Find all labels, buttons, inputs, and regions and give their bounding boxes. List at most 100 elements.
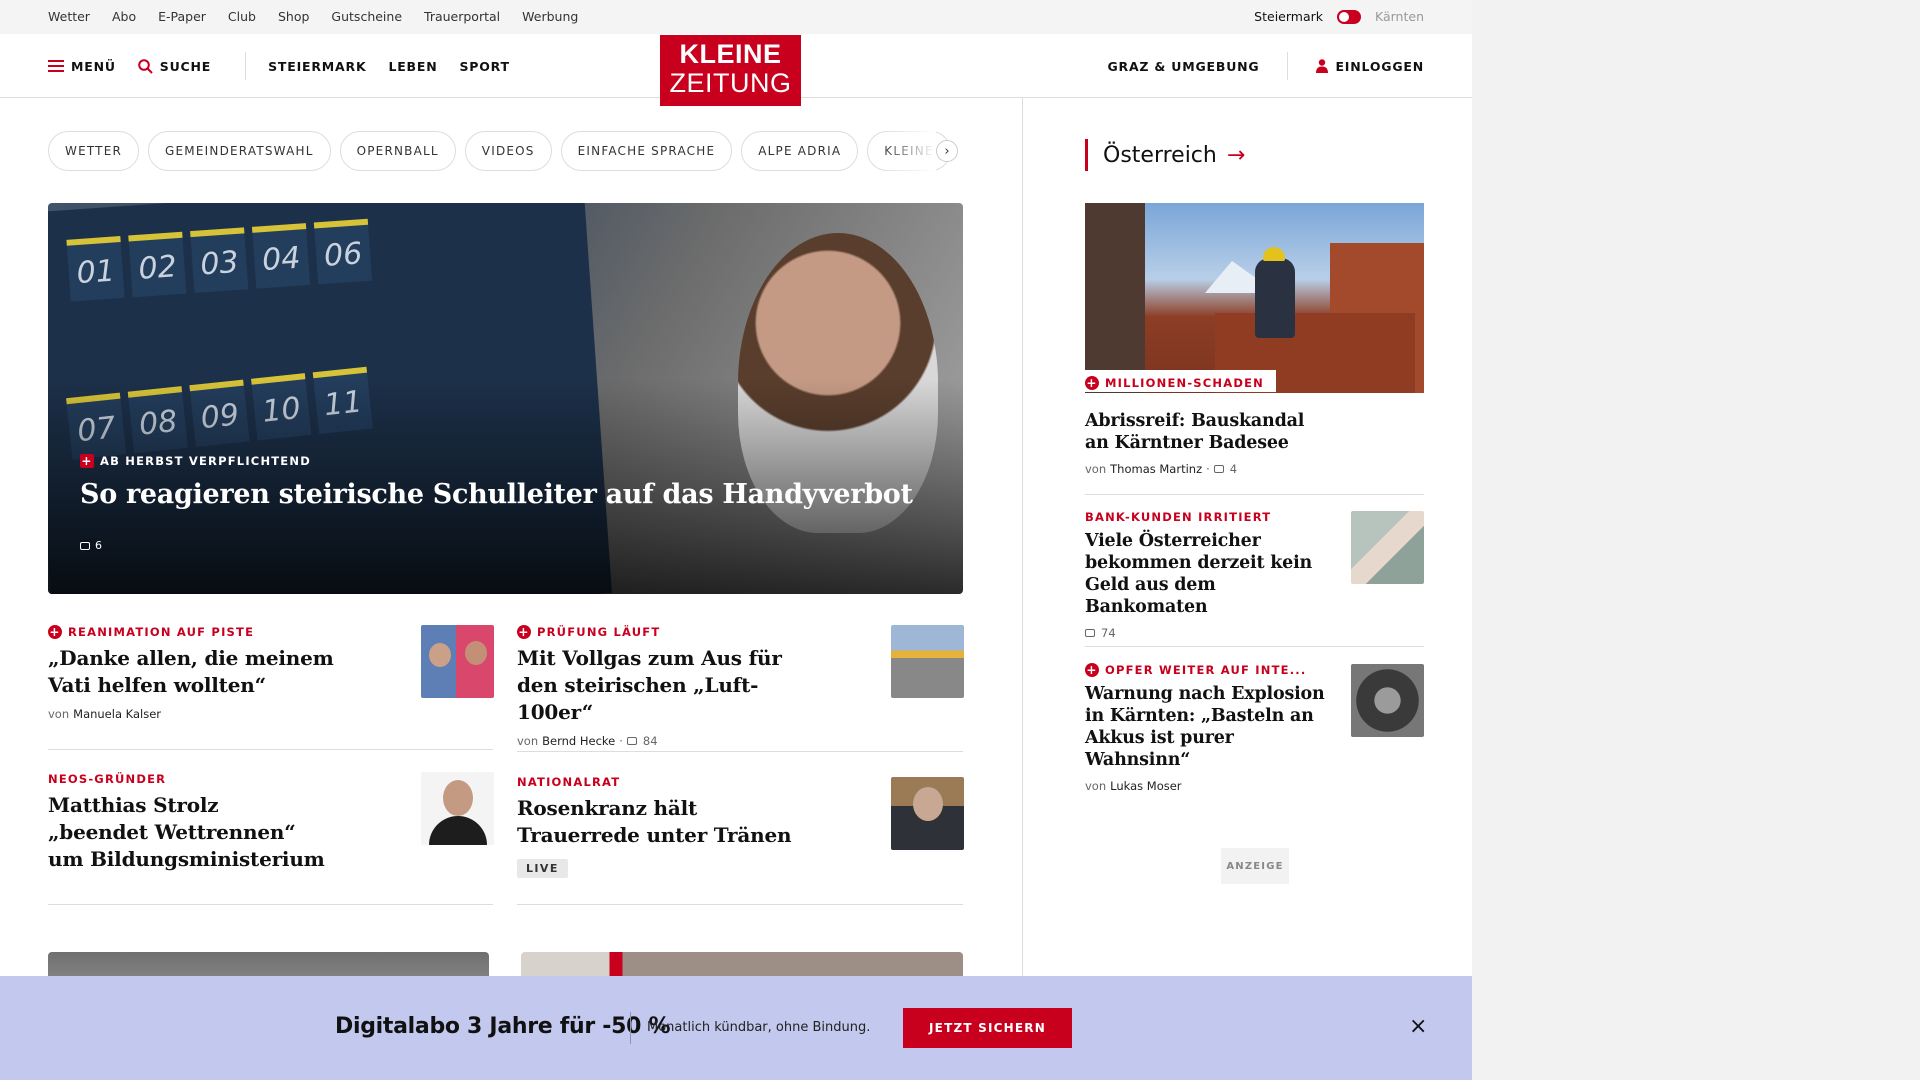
article-title-line: Viele Österreicher: [1085, 531, 1261, 551]
comment-count[interactable]: 74: [1101, 626, 1116, 640]
article-meta: 74: [1085, 626, 1325, 640]
article-kicker-text: NEOS-GRÜNDER: [48, 772, 167, 786]
sidebar-kicker-plate: + MILLIONEN-SCHADEN: [1085, 370, 1276, 392]
article-kicker-text: NATIONALRAT: [517, 775, 621, 789]
hero-article[interactable]: 01 02 03 04 06 07 08 09 10 11 + AB HERBS…: [48, 203, 963, 594]
article-title-line: Akkus ist purer Wahnsinn“: [1085, 728, 1234, 770]
utility-link-club[interactable]: Club: [228, 9, 256, 24]
chips-next-button[interactable]: ›: [936, 140, 958, 162]
article-teaser[interactable]: NEOS-GRÜNDER Matthias Strolz „beendet We…: [48, 772, 338, 873]
nav-sport[interactable]: SPORT: [459, 59, 509, 74]
author-name[interactable]: Thomas Martinz: [1110, 462, 1202, 476]
article-title-line: Matthias Strolz: [48, 793, 219, 817]
region-button[interactable]: GRAZ & UMGEBUNG: [1107, 59, 1259, 74]
article-title[interactable]: Abrissreif: Bauskandal an Kärntner Bades…: [1085, 410, 1424, 454]
chip-videos[interactable]: VIDEOS: [464, 131, 552, 171]
chip-gemeinderatswahl[interactable]: GEMEINDERATSWAHL: [148, 131, 331, 171]
comment-icon: [80, 541, 90, 550]
region-kaernten[interactable]: Kärnten: [1375, 9, 1424, 24]
promo-headline: Digitalabo 3 Jahre für -50 %: [335, 1014, 671, 1039]
comment-icon: [1213, 465, 1224, 473]
article-kicker: NATIONALRAT: [517, 775, 817, 789]
chip-wetter[interactable]: WETTER: [48, 131, 140, 171]
hero-title[interactable]: So reagieren steirische Schulleiter auf …: [80, 479, 913, 510]
utility-link-epaper[interactable]: E-Paper: [158, 9, 206, 24]
hero-comments[interactable]: 6: [80, 539, 102, 552]
article-thumbnail[interactable]: [1351, 664, 1424, 737]
nav-left: MENÜ SUCHE STEIERMARK LEBEN SPORT: [48, 34, 532, 98]
article-title[interactable]: „Danke allen, die meinem Vati helfen wol…: [48, 645, 338, 699]
article-title[interactable]: Viele Österreicher bekommen derzeit kein…: [1085, 530, 1325, 618]
sidebar-article[interactable]: BANK-KUNDEN IRRITIERT Viele Österreicher…: [1085, 510, 1325, 640]
chip-einfache-sprache[interactable]: EINFACHE SPRACHE: [560, 131, 733, 171]
article-kicker: + MILLIONEN-SCHADEN: [1085, 376, 1264, 390]
logo-line-2: ZEITUNG: [669, 68, 792, 98]
utility-link-gutscheine[interactable]: Gutscheine: [331, 9, 402, 24]
premium-plus-icon: +: [80, 454, 94, 468]
sidebar-lead-image[interactable]: [1085, 203, 1424, 393]
comment-icon: [1085, 629, 1095, 637]
sidebar-article[interactable]: Abrissreif: Bauskandal an Kärntner Bades…: [1085, 404, 1424, 476]
comment-count[interactable]: 4: [1230, 462, 1237, 476]
article-meta: von Manuela Kalser: [48, 707, 338, 721]
utility-links: Wetter Abo E-Paper Club Shop Gutscheine …: [48, 9, 600, 24]
close-icon[interactable]: ×: [1409, 1016, 1427, 1038]
logo-line-1: KLEINE: [679, 39, 782, 69]
article-title-line: Trauerrede unter Tränen: [517, 823, 792, 847]
article-title-line: Abrissreif: Bauskandal: [1085, 411, 1305, 431]
utility-link-werbung[interactable]: Werbung: [522, 9, 578, 24]
utility-link-abo[interactable]: Abo: [112, 9, 136, 24]
article-title[interactable]: Warnung nach Explosion in Kärnten: „Bast…: [1085, 683, 1325, 771]
article-kicker: NEOS-GRÜNDER: [48, 772, 338, 786]
author-name[interactable]: Lukas Moser: [1110, 779, 1181, 793]
author-name[interactable]: Manuela Kalser: [73, 707, 161, 721]
article-teaser[interactable]: + PRÜFUNG LÄUFT Mit Vollgas zum Aus für …: [517, 625, 817, 748]
byline-prefix: von: [48, 707, 70, 721]
article-thumbnail[interactable]: [891, 625, 964, 698]
search-button[interactable]: SUCHE: [137, 59, 211, 74]
region-toggle[interactable]: [1337, 9, 1361, 24]
byline-prefix: von: [517, 734, 539, 748]
article-kicker-text: OPFER WEITER AUF INTE...: [1105, 663, 1307, 677]
article-teaser[interactable]: + REANIMATION AUF PISTE „Danke allen, di…: [48, 625, 338, 721]
article-title-line: Warnung nach Explosion: [1085, 684, 1325, 704]
article-title-line: Geld aus dem Bankomaten: [1085, 575, 1216, 617]
subscribe-button[interactable]: JETZT SICHERN: [903, 1008, 1072, 1048]
hero-kicker-text: AB HERBST VERPFLICHTEND: [100, 454, 311, 468]
worker: [1255, 258, 1295, 338]
login-button[interactable]: EINLOGGEN: [1316, 59, 1424, 74]
live-badge: LIVE: [517, 859, 568, 878]
article-teaser[interactable]: NATIONALRAT Rosenkranz hält Trauerrede u…: [517, 775, 817, 878]
article-thumbnail[interactable]: [421, 625, 494, 698]
chip-alpe-adria[interactable]: ALPE ADRIA: [741, 131, 859, 171]
article-thumbnail[interactable]: [1351, 511, 1424, 584]
article-title[interactable]: Mit Vollgas zum Aus für den steirischen …: [517, 645, 817, 726]
section-header-oesterreich[interactable]: Österreich →: [1085, 139, 1245, 171]
divider: [1085, 646, 1424, 647]
chips-fade: [880, 131, 936, 171]
utility-bar: Wetter Abo E-Paper Club Shop Gutscheine …: [0, 0, 1472, 34]
topic-chips: WETTER GEMEINDERATSWAHL OPERNBALL VIDEOS…: [48, 131, 966, 171]
nav-right: GRAZ & UMGEBUNG EINLOGGEN: [1107, 34, 1424, 98]
article-thumbnail[interactable]: [421, 772, 494, 845]
window-frame: [1085, 203, 1145, 393]
comment-count[interactable]: 84: [643, 734, 658, 748]
chip-opernball[interactable]: OPERNBALL: [339, 131, 456, 171]
utility-link-wetter[interactable]: Wetter: [48, 9, 90, 24]
utility-link-shop[interactable]: Shop: [278, 9, 309, 24]
nav-steiermark[interactable]: STEIERMARK: [268, 59, 366, 74]
author-name[interactable]: Bernd Hecke: [542, 734, 615, 748]
region-steiermark[interactable]: Steiermark: [1254, 9, 1323, 24]
article-kicker-text: PRÜFUNG LÄUFT: [537, 625, 661, 639]
face: [429, 643, 451, 667]
nav-leben[interactable]: LEBEN: [388, 59, 437, 74]
article-title[interactable]: Matthias Strolz „beendet Wettrennen“ um …: [48, 792, 338, 873]
site-logo[interactable]: KLEINE ZEITUNG: [660, 35, 801, 106]
article-title[interactable]: Rosenkranz hält Trauerrede unter Tränen: [517, 795, 817, 849]
utility-link-trauerportal[interactable]: Trauerportal: [424, 9, 500, 24]
divider: [48, 904, 493, 905]
article-thumbnail[interactable]: [891, 777, 964, 850]
menu-button[interactable]: MENÜ: [48, 59, 116, 74]
promo-subtext: Monatlich kündbar, ohne Bindung.: [647, 1020, 871, 1035]
sidebar-article[interactable]: + OPFER WEITER AUF INTE... Warnung nach …: [1085, 663, 1325, 793]
